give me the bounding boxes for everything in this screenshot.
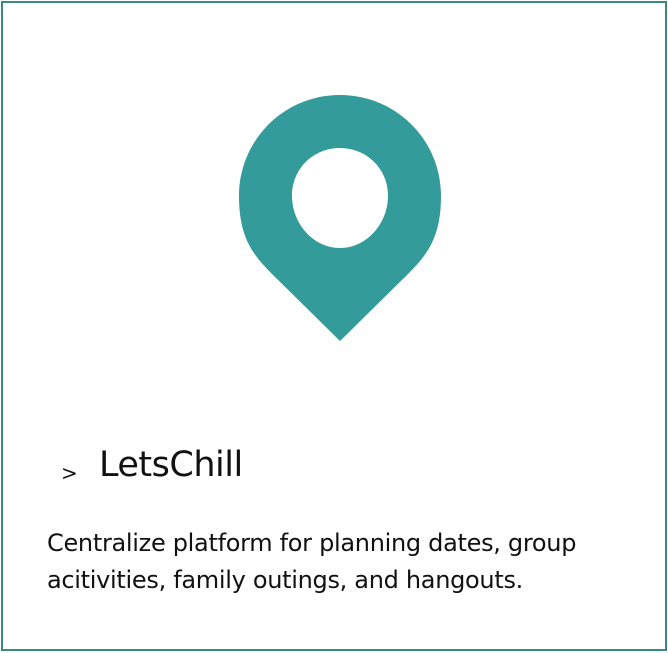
chevron-right-icon: > [61, 461, 78, 485]
map-pin-icon [239, 95, 441, 341]
map-pin-shape [239, 95, 441, 341]
card-description: Centralize platform for planning dates, … [47, 529, 577, 594]
project-card[interactable]: > LetsChill Centralize platform for plan… [1, 1, 667, 651]
card-title: LetsChill [99, 445, 243, 485]
